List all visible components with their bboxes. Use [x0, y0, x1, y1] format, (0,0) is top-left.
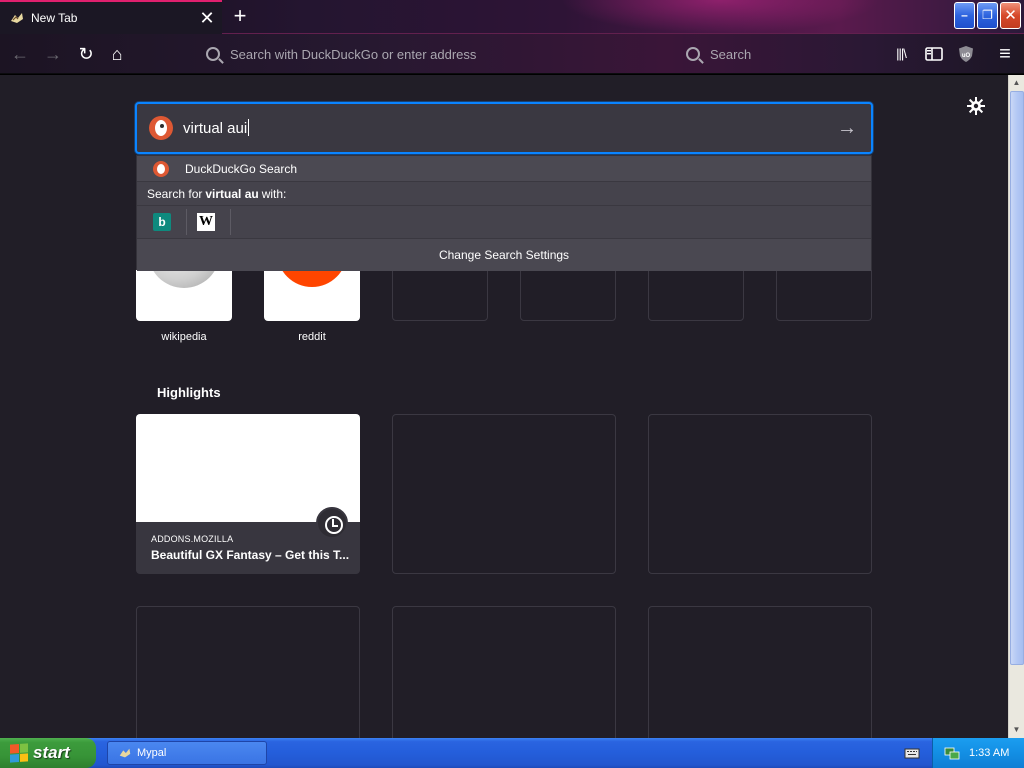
clock: 1:33 AM	[969, 747, 1010, 759]
search-for-header: Search for virtual au with:	[137, 182, 871, 206]
ublock-shield-icon[interactable]: uO	[955, 43, 977, 65]
maximize-button[interactable]: ❐	[977, 2, 998, 29]
highlight-placeholder	[648, 414, 872, 574]
top-site-label: reddit	[298, 331, 326, 343]
scroll-down-icon[interactable]: ▼	[1009, 722, 1024, 738]
wikipedia-icon[interactable]: W	[197, 209, 231, 235]
scroll-up-icon[interactable]: ▲	[1009, 75, 1024, 91]
tab-close-icon[interactable]: ✕	[196, 9, 218, 27]
start-label: start	[33, 743, 70, 762]
gear-icon[interactable]	[965, 95, 987, 117]
search-query-text: virtual aui	[183, 120, 248, 137]
search-placeholder: Search	[710, 46, 752, 62]
library-icon[interactable]: |||\	[890, 43, 912, 65]
forward-button[interactable]: →	[42, 43, 64, 65]
minimize-button[interactable]: –	[954, 2, 975, 29]
search-for-term: virtual au	[205, 186, 259, 201]
highlight-placeholder	[392, 414, 616, 574]
network-icon[interactable]	[943, 745, 961, 761]
highlights-heading: Highlights	[157, 385, 221, 400]
address-placeholder: Search with DuckDuckGo or enter address	[230, 46, 477, 62]
highlight-placeholder	[136, 606, 360, 738]
highlight-host: ADDONS.MOZILLA	[151, 534, 234, 544]
menu-button[interactable]: ≡	[994, 43, 1016, 65]
new-tab-button[interactable]: +	[226, 4, 254, 30]
highlight-placeholder	[392, 606, 616, 738]
search-for-prefix: Search for	[147, 186, 203, 201]
duckduckgo-icon	[153, 160, 169, 177]
search-icon	[206, 47, 220, 61]
back-button[interactable]: ←	[9, 43, 31, 65]
page-search-input[interactable]: virtual aui →	[135, 102, 873, 154]
suggestion-label: DuckDuckGo Search	[185, 161, 298, 176]
one-off-engines: b W	[137, 206, 871, 239]
titlebar-glow	[560, 0, 880, 34]
clock-icon	[316, 507, 348, 539]
change-search-settings-button[interactable]: Change Search Settings	[137, 239, 871, 271]
taskbar-item-label: Mypal	[137, 747, 167, 759]
new-tab-page: virtual aui → wikipedia reddit Highlight…	[0, 75, 1008, 738]
taskbar: start Mypal 1:33 AM	[0, 738, 1024, 768]
scrollbar-thumb[interactable]	[1010, 91, 1024, 665]
search-icon	[686, 47, 700, 61]
duckduckgo-logo-icon	[149, 116, 173, 140]
text-caret	[248, 119, 250, 136]
suggestion-duckduckgo[interactable]: DuckDuckGo Search	[137, 156, 871, 182]
system-tray: 1:33 AM	[932, 738, 1024, 768]
keyboard-icon[interactable]	[904, 746, 920, 760]
top-site-label: wikipedia	[161, 331, 207, 343]
navigation-toolbar: ← → ↻ ⌂ Search with DuckDuckGo or enter …	[0, 34, 1024, 74]
start-button[interactable]: start	[0, 738, 96, 768]
close-window-button[interactable]: ✕	[1000, 2, 1021, 29]
tab-title: New Tab	[31, 11, 78, 25]
vertical-scrollbar[interactable]: ▲ ▼	[1008, 75, 1024, 738]
search-query-wrapper: virtual aui	[183, 119, 837, 137]
taskbar-item-mypal[interactable]: Mypal	[107, 741, 267, 765]
tab-strip: New Tab ✕ + – ❐ ✕	[0, 0, 1024, 34]
mypal-icon	[119, 748, 131, 758]
highlight-thumbnail	[136, 414, 360, 522]
search-suggestions-dropdown: DuckDuckGo Search Search for virtual au …	[136, 155, 872, 271]
search-for-suffix: with:	[261, 186, 287, 201]
tab-new-tab[interactable]: New Tab ✕	[0, 0, 222, 34]
windows-flag-icon	[10, 743, 28, 763]
address-bar[interactable]: Search with DuckDuckGo or enter address	[200, 41, 480, 67]
home-button[interactable]: ⌂	[106, 43, 128, 65]
mypal-favicon-icon	[11, 13, 23, 23]
highlight-title: Beautiful GX Fantasy – Get this T...	[151, 548, 350, 562]
bing-icon[interactable]: b	[153, 209, 187, 235]
window-controls: – ❐ ✕	[954, 2, 1021, 29]
search-go-arrow-icon[interactable]: →	[837, 117, 857, 140]
sidebar-icon[interactable]	[923, 43, 945, 65]
highlight-placeholder	[648, 606, 872, 738]
highlight-card[interactable]: ADDONS.MOZILLA Beautiful GX Fantasy – Ge…	[136, 414, 360, 574]
search-bar[interactable]: Search	[680, 41, 880, 67]
svg-text:uO: uO	[962, 53, 971, 59]
reload-button[interactable]: ↻	[75, 43, 97, 65]
